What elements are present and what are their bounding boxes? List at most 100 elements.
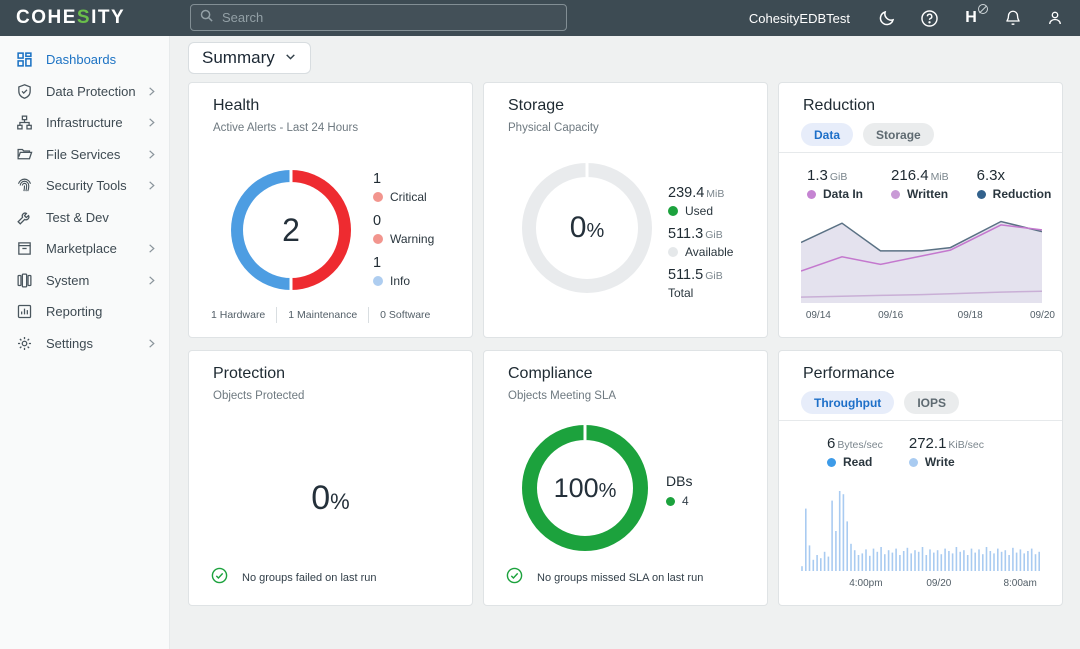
dashboards-grid-icon — [15, 51, 33, 69]
maintenance-count: 1 Maintenance — [288, 309, 357, 321]
health-footer-breakdown: 1 Hardware 1 Maintenance 0 Software — [211, 307, 430, 323]
protection-footer: No groups failed on last run — [211, 567, 377, 589]
compliance-percent: 100% — [554, 473, 617, 504]
card-subtitle: Objects Protected — [213, 390, 304, 402]
x-tick-label: 4:00pm — [849, 578, 882, 589]
cluster-name: CohesityEDBTest — [749, 11, 850, 26]
gear-icon — [15, 334, 33, 352]
sidebar-item-label: System — [46, 273, 146, 288]
sidebar-item-label: Dashboards — [46, 52, 157, 67]
compliance-donut-chart: 100% — [522, 425, 648, 551]
x-tick-label: 09/14 — [806, 310, 831, 321]
sidebar-item-marketplace[interactable]: Marketplace — [0, 233, 169, 265]
critical-dot — [373, 192, 383, 202]
performance-tab-iops[interactable]: IOPS — [904, 391, 959, 414]
fingerprint-icon — [15, 177, 33, 195]
performance-stat-read: 6Bytes/sec Read — [827, 435, 883, 469]
compliance-footer: No groups missed SLA on last run — [506, 567, 703, 589]
reduction-stat-written: 216.4MiB Written — [891, 167, 949, 201]
sidebar-item-label: Reporting — [46, 304, 157, 319]
infrastructure-sitemap-icon — [15, 114, 33, 132]
performance-tab-throughput[interactable]: Throughput — [801, 391, 894, 414]
health-legend-warning: 0 Warning — [373, 213, 434, 246]
card-title: Reduction — [803, 97, 875, 115]
divider — [779, 152, 1062, 153]
chevron-down-icon — [284, 48, 297, 68]
help-icon[interactable] — [918, 7, 940, 29]
used-dot — [668, 206, 678, 216]
sidebar-item-system[interactable]: System — [0, 265, 169, 297]
user-account-icon[interactable] — [1044, 7, 1066, 29]
x-tick-label: 09/20 — [1030, 310, 1055, 321]
chevron-right-icon — [146, 117, 157, 128]
reduction-tab-storage[interactable]: Storage — [863, 123, 934, 146]
chevron-right-icon — [146, 149, 157, 160]
x-tick-label: 09/16 — [878, 310, 903, 321]
sidebar-item-infrastructure[interactable]: Infrastructure — [0, 107, 169, 139]
sidebar-item-test-and-dev[interactable]: Test & Dev — [0, 202, 169, 234]
storage-used-percent: 0% — [570, 211, 604, 245]
notifications-bell-icon[interactable] — [1002, 7, 1024, 29]
sidebar-item-security-tools[interactable]: Security Tools — [0, 170, 169, 202]
dashboard-view-selector[interactable]: Summary — [188, 42, 311, 74]
chevron-right-icon — [146, 180, 157, 191]
card-subtitle: Active Alerts - Last 24 Hours — [213, 122, 358, 134]
reduction-area-chart — [801, 219, 1042, 308]
performance-stat-write: 272.1KiB/sec Write — [909, 435, 984, 469]
x-tick-label: 8:00am — [1003, 578, 1036, 589]
reduction-tab-data[interactable]: Data — [801, 123, 853, 146]
cohesity-logo: COHESITY — [16, 7, 125, 29]
search-input[interactable] — [222, 10, 558, 25]
storage-legend-used: 239.4MiB Used — [668, 185, 724, 218]
written-dot — [891, 190, 900, 199]
reduction-stat-ratio: 6.3x Reduction — [977, 167, 1052, 201]
card-subtitle: Physical Capacity — [508, 122, 599, 134]
sidebar-item-label: File Services — [46, 147, 146, 162]
search-icon — [199, 8, 214, 28]
helios-disconnected-badge — [978, 4, 988, 14]
chevron-right-icon — [146, 86, 157, 97]
protection-percent: 0% — [189, 479, 472, 518]
dark-mode-moon-icon[interactable] — [876, 7, 898, 29]
protection-card: Protection Objects Protected 0% No group… — [188, 350, 473, 606]
global-search[interactable] — [190, 4, 567, 31]
warning-dot — [373, 234, 383, 244]
available-dot — [668, 247, 678, 257]
sidebar-item-label: Security Tools — [46, 178, 146, 193]
chevron-right-icon — [146, 338, 157, 349]
x-tick-label: 09/18 — [958, 310, 983, 321]
sidebar-item-dashboards[interactable]: Dashboards — [0, 44, 169, 76]
storage-card: Storage Physical Capacity 0% 239.4MiB Us… — [483, 82, 768, 338]
sidebar-navigation: Dashboards Data Protection Infrastructur… — [0, 36, 170, 649]
report-chart-icon — [15, 303, 33, 321]
storefront-icon — [15, 240, 33, 258]
compliance-card: Compliance Objects Meeting SLA 100% DBs … — [483, 350, 768, 606]
sidebar-item-label: Marketplace — [46, 241, 146, 256]
system-devices-icon — [15, 271, 33, 289]
folder-icon — [15, 145, 33, 163]
compliance-legend-dbs: DBs 4 — [666, 473, 692, 508]
data-in-dot — [807, 190, 816, 199]
performance-card: Performance Throughput IOPS 6Bytes/sec R… — [778, 350, 1063, 606]
helios-status-icon[interactable]: H — [960, 7, 982, 29]
health-donut-chart: 2 — [231, 170, 351, 290]
performance-spike-chart — [801, 491, 1042, 576]
health-total-alerts: 2 — [282, 212, 300, 249]
x-tick-label: 09/20 — [926, 578, 951, 589]
card-title: Performance — [803, 365, 895, 383]
sidebar-item-settings[interactable]: Settings — [0, 328, 169, 360]
sidebar-item-file-services[interactable]: File Services — [0, 139, 169, 171]
chevron-right-icon — [146, 243, 157, 254]
hardware-count: 1 Hardware — [211, 309, 265, 321]
view-selector-label: Summary — [202, 48, 275, 68]
read-dot — [827, 458, 836, 467]
software-count: 0 Software — [380, 309, 430, 321]
check-circle-icon — [211, 567, 228, 589]
health-legend-info: 1 Info — [373, 255, 410, 288]
info-dot — [373, 276, 383, 286]
sidebar-item-label: Settings — [46, 336, 146, 351]
health-legend-critical: 1 Critical — [373, 171, 427, 204]
sidebar-item-reporting[interactable]: Reporting — [0, 296, 169, 328]
divider — [779, 420, 1062, 421]
sidebar-item-data-protection[interactable]: Data Protection — [0, 76, 169, 108]
